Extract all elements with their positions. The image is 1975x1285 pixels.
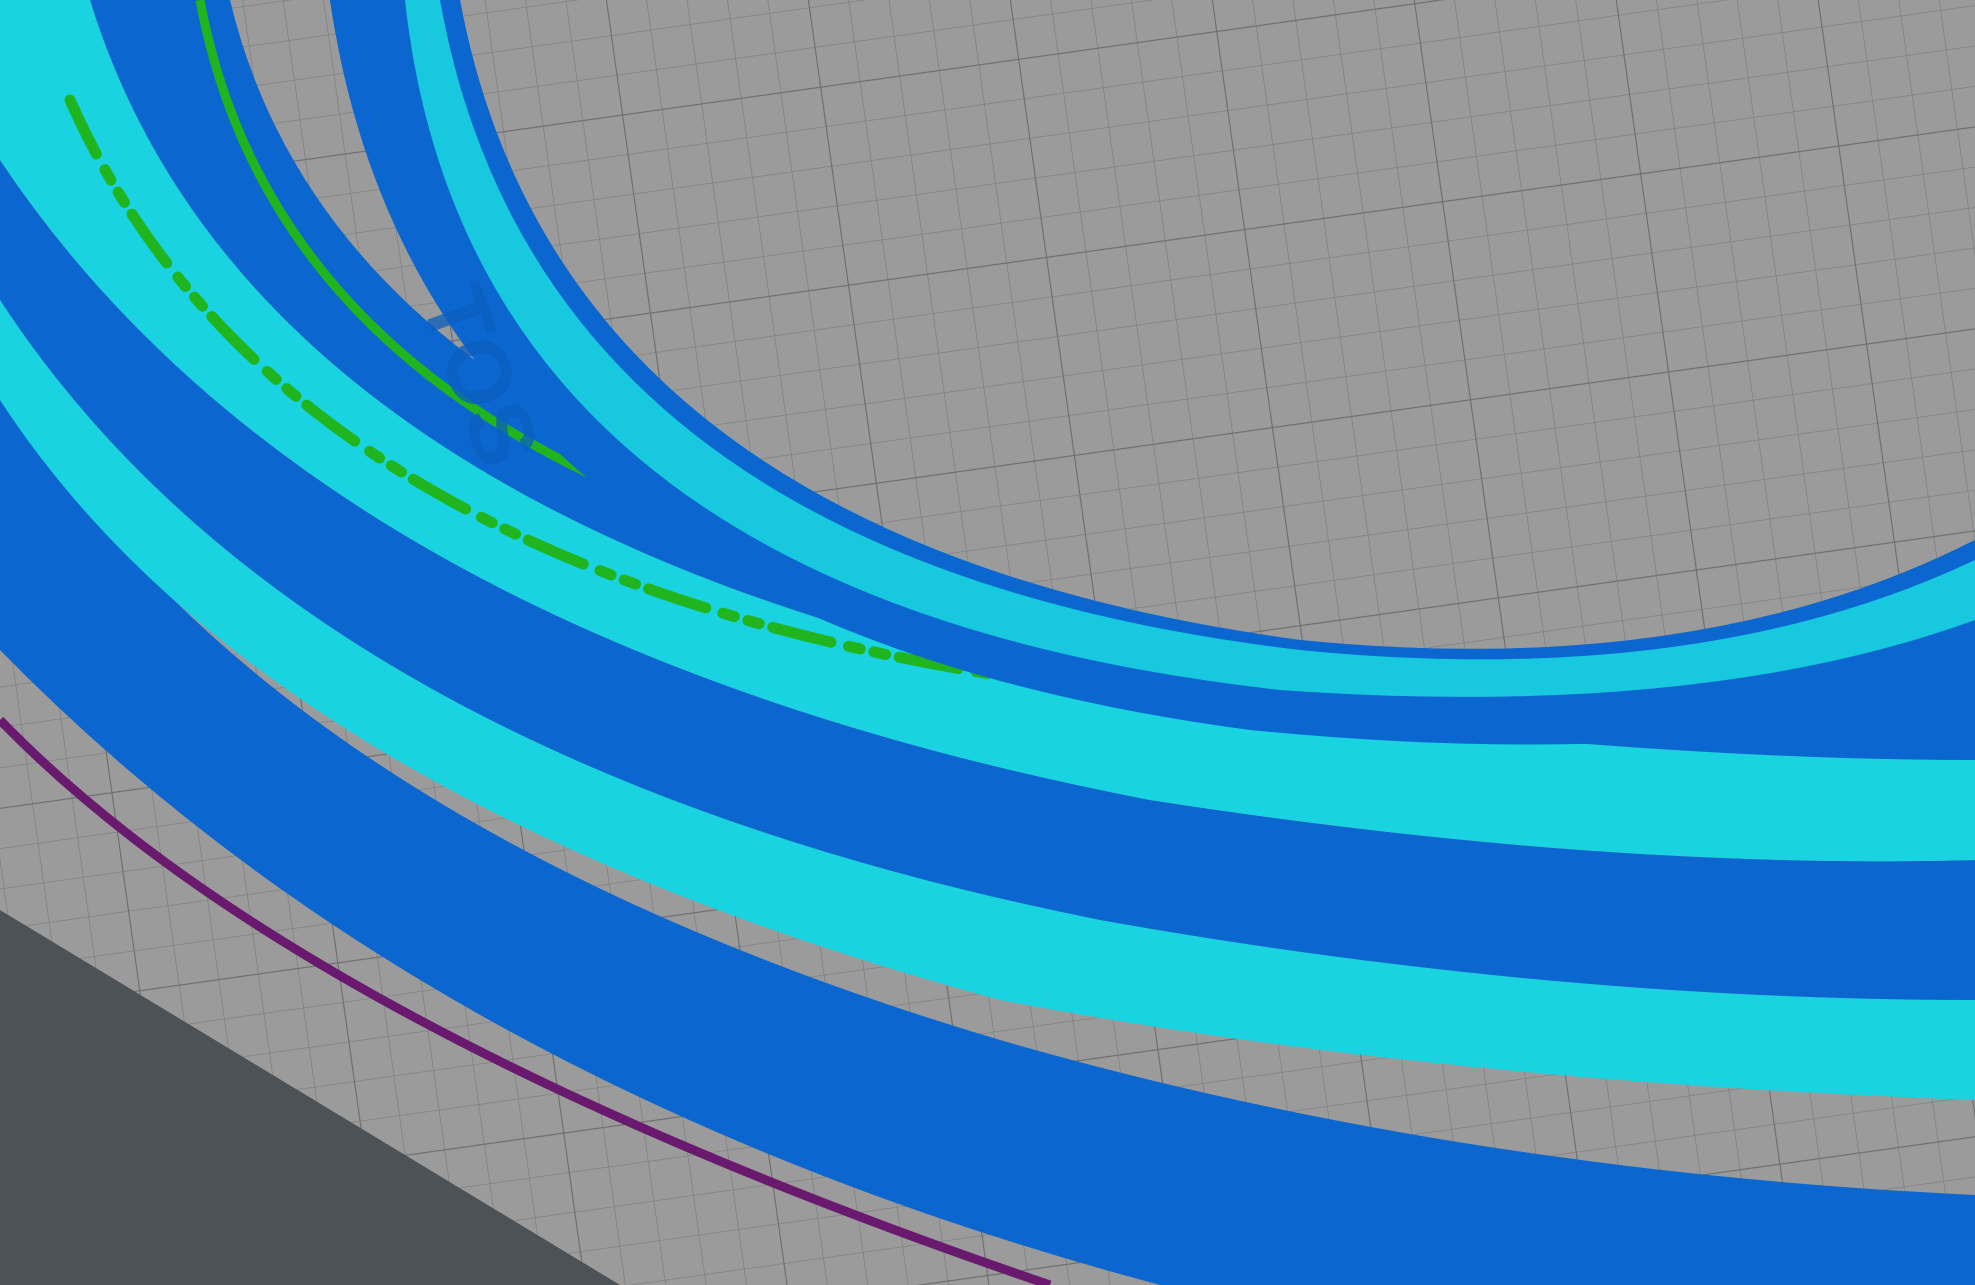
sliced-model-scene[interactable]: TOS [0,0,1975,1285]
print-preview-viewport[interactable]: TOS [0,0,1975,1285]
